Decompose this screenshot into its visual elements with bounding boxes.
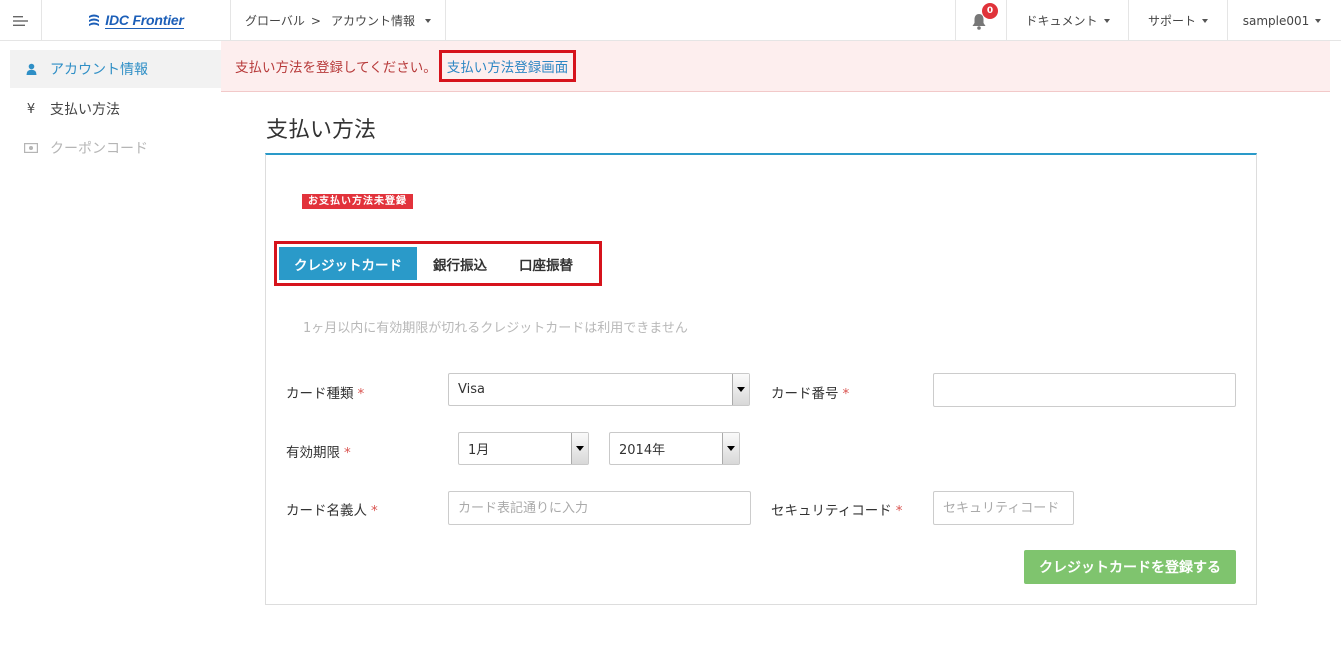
card-type-select[interactable]: Visa <box>448 373 750 406</box>
card-holder-label: カード名義人 * <box>286 499 378 519</box>
sidebar-item-label: 支払い方法 <box>50 102 120 118</box>
chevron-down-icon <box>424 18 431 23</box>
tab-credit-card[interactable]: クレジットカード <box>279 247 417 280</box>
required-mark: * <box>344 445 351 461</box>
chevron-down-icon <box>737 387 745 392</box>
user-menu[interactable]: sample001 <box>1228 0 1336 41</box>
nav-documents-label: ドキュメント <box>1025 14 1098 28</box>
select-arrow-button[interactable] <box>571 433 588 464</box>
breadcrumb: グローバル > アカウント情報 <box>231 0 431 41</box>
hamburger-icon <box>12 15 28 26</box>
notifications-button[interactable]: 0 <box>956 0 1006 41</box>
nav-support-label: サポート <box>1147 14 1196 28</box>
user-icon <box>24 63 38 75</box>
card-holder-input[interactable] <box>448 491 751 525</box>
sidebar-item-coupon[interactable]: クーポンコード <box>10 129 221 167</box>
sidebar-item-label: クーポンコード <box>50 141 148 157</box>
security-code-label-text: セキュリティコード <box>771 503 892 519</box>
expiry-label: 有効期限 * <box>286 441 351 461</box>
card-number-label: カード番号 * <box>771 382 849 402</box>
required-mark: * <box>842 386 850 402</box>
required-mark: * <box>357 386 365 402</box>
alert-message: 支払い方法を登録してください。 <box>235 60 437 76</box>
card-number-label-text: カード番号 <box>771 386 839 402</box>
security-code-input[interactable] <box>933 491 1074 525</box>
top-bar: IDC Frontier グローバル > アカウント情報 0 ドキュメント サポ… <box>0 0 1341 41</box>
required-mark: * <box>371 503 378 519</box>
register-card-button[interactable]: クレジットカードを登録する <box>1024 550 1236 584</box>
sidebar-item-payment[interactable]: ¥ 支払い方法 <box>10 90 221 128</box>
nav-support[interactable]: サポート <box>1129 0 1227 41</box>
tab-bank-transfer[interactable]: 銀行振込 <box>417 247 503 280</box>
breadcrumb-root[interactable]: グローバル <box>245 12 305 29</box>
chevron-down-icon <box>1315 18 1322 23</box>
breadcrumb-separator: > <box>310 13 321 28</box>
payment-registration-link[interactable]: 支払い方法登録画面 <box>438 50 577 82</box>
select-arrow-button[interactable] <box>732 374 749 405</box>
select-arrow-button[interactable] <box>722 433 739 464</box>
menu-toggle-button[interactable] <box>0 0 41 41</box>
brand-logo[interactable]: IDC Frontier <box>41 0 230 41</box>
required-mark: * <box>895 503 903 519</box>
notification-count-badge: 0 <box>982 2 998 19</box>
chevron-down-icon <box>1202 18 1208 23</box>
card-number-input[interactable] <box>933 373 1236 407</box>
status-badge: お支払い方法未登録 <box>302 194 413 209</box>
yen-icon: ¥ <box>26 101 36 117</box>
expiry-year-value: 2014年 <box>619 443 666 458</box>
sidebar-item-account[interactable]: アカウント情報 <box>10 50 221 88</box>
expiry-year-select[interactable]: 2014年 <box>609 432 740 465</box>
idcf-logo-icon <box>89 14 100 26</box>
card-holder-label-text: カード名義人 <box>286 503 367 519</box>
page-title: 支払い方法 <box>266 118 377 143</box>
expiry-label-text: 有効期限 <box>286 445 340 461</box>
expiry-month-value: 1月 <box>468 443 490 458</box>
security-code-label: セキュリティコード * <box>771 499 902 519</box>
card-expiry-note: 1ヶ月以内に有効期限が切れるクレジットカードは利用できません <box>303 321 688 336</box>
user-name: sample001 <box>1242 13 1310 28</box>
chevron-down-icon <box>727 446 735 451</box>
expiry-month-select[interactable]: 1月 <box>458 432 589 465</box>
brand-name: IDC Frontier <box>105 11 184 29</box>
coupon-icon <box>24 143 38 153</box>
sidebar-item-label: アカウント情報 <box>50 62 148 78</box>
nav-documents[interactable]: ドキュメント <box>1007 0 1128 41</box>
card-type-label-text: カード種類 <box>286 386 354 402</box>
tab-account-transfer[interactable]: 口座振替 <box>503 247 589 280</box>
card-type-label: カード種類 * <box>286 382 364 402</box>
chevron-down-icon <box>576 446 584 451</box>
chevron-down-icon <box>1103 18 1110 23</box>
payment-alert: 支払い方法を登録してください。 支払い方法登録画面 <box>221 41 1330 92</box>
card-type-value: Visa <box>458 382 485 397</box>
breadcrumb-current[interactable]: アカウント情報 <box>331 12 415 29</box>
sidebar: アカウント情報 ¥ 支払い方法 クーポンコード <box>0 41 221 648</box>
